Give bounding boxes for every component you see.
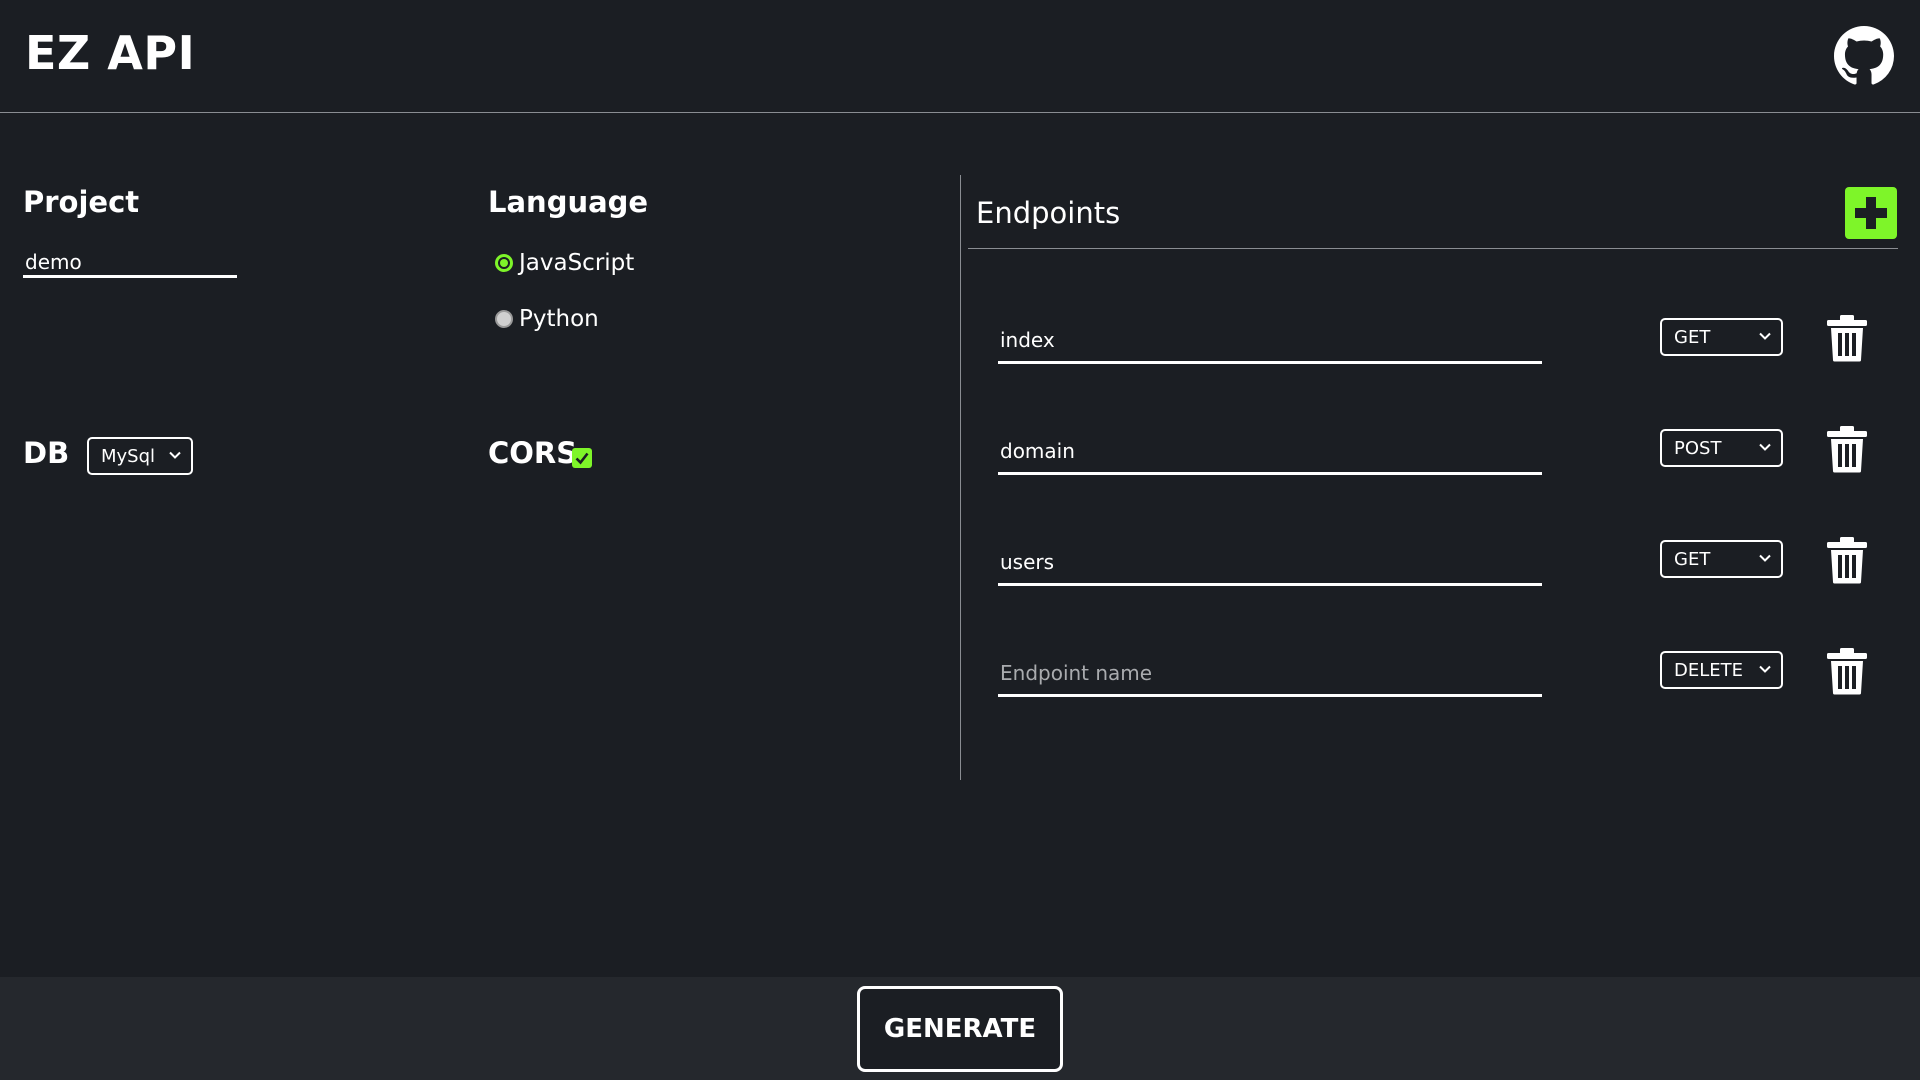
language-option-label: Python [519,306,599,332]
db-select-value: MySql [101,445,156,467]
trash-icon[interactable] [1826,425,1868,473]
chevron-down-icon [1758,551,1772,565]
panel-divider [960,175,961,780]
chevron-down-icon [1758,329,1772,343]
language-option-javascript[interactable]: JavaScript [495,250,634,276]
endpoint-method-value: GET [1674,326,1711,348]
header: EZ API [0,0,1920,113]
endpoint-name-input[interactable] [998,657,1542,697]
language-option-python[interactable]: Python [495,306,599,332]
project-label: Project [23,185,140,219]
radio-selected-icon [495,254,513,272]
endpoints-title: Endpoints [976,196,1121,230]
trash-icon[interactable] [1826,647,1868,695]
trash-icon[interactable] [1826,314,1868,362]
endpoint-method-select[interactable]: GET [1660,540,1783,578]
app-title: EZ API [25,26,196,80]
language-label: Language [488,185,649,219]
chevron-down-icon [168,448,182,462]
radio-unselected-icon [495,310,513,328]
endpoint-method-select[interactable]: GET [1660,318,1783,356]
endpoint-method-select[interactable]: POST [1660,429,1783,467]
endpoint-method-value: DELETE [1674,659,1744,681]
endpoint-name-input[interactable] [998,546,1542,586]
endpoint-method-value: POST [1674,437,1722,459]
endpoint-method-select[interactable]: DELETE [1660,651,1783,689]
trash-icon[interactable] [1826,536,1868,584]
endpoint-name-input[interactable] [998,435,1542,475]
db-select[interactable]: MySql [87,437,193,475]
app-root: EZ API Project Language JavaScript Pytho… [0,0,1920,1080]
chevron-down-icon [1758,662,1772,676]
endpoint-name-input[interactable] [998,324,1542,364]
endpoints-divider [968,248,1898,249]
add-endpoint-button[interactable] [1845,187,1897,239]
endpoint-method-value: GET [1674,548,1711,570]
project-name-input[interactable] [23,248,237,278]
chevron-down-icon [1758,440,1772,454]
github-icon[interactable] [1834,26,1894,86]
plus-icon [1855,197,1887,229]
language-option-label: JavaScript [519,250,635,276]
cors-checkbox[interactable] [572,448,592,468]
generate-button[interactable]: GENERATE [857,986,1063,1072]
cors-label: CORS [488,436,578,470]
db-label: DB [23,436,70,470]
